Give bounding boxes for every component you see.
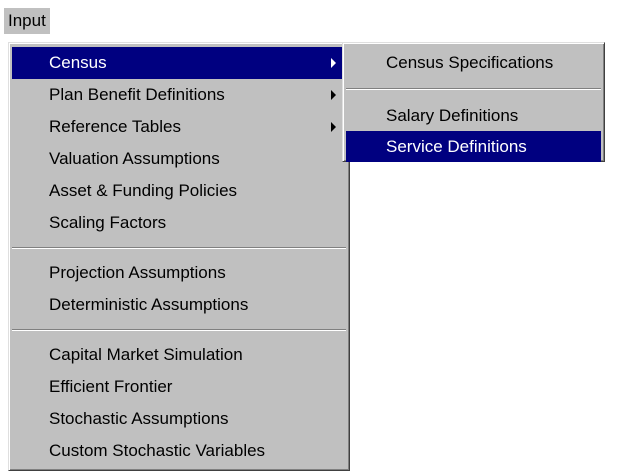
menu-item-valuation-assumptions[interactable]: Valuation Assumptions	[12, 143, 346, 175]
menu-separator	[346, 88, 601, 90]
input-menu: Census Plan Benefit Definitions Referenc…	[8, 42, 350, 471]
menu-item-projection-assumptions[interactable]: Projection Assumptions	[12, 257, 346, 289]
menu-item-reference-tables-label: Reference Tables	[49, 117, 181, 136]
menu-item-custom-stochastic-variables[interactable]: Custom Stochastic Variables	[12, 435, 346, 467]
menu-item-plan-benefit-definitions-label: Plan Benefit Definitions	[49, 85, 225, 104]
menu-item-census[interactable]: Census	[12, 47, 346, 79]
submenu-item-service-definitions[interactable]: Service Definitions	[346, 131, 601, 162]
menu-item-deterministic-assumptions[interactable]: Deterministic Assumptions	[12, 289, 346, 321]
menu-separator	[12, 329, 346, 331]
submenu-arrow-icon	[331, 90, 336, 100]
menubar-input[interactable]: Input	[4, 8, 50, 34]
menu-item-asset-funding-policies[interactable]: Asset & Funding Policies	[12, 175, 346, 207]
menu-item-reference-tables[interactable]: Reference Tables	[12, 111, 346, 143]
submenu-item-salary-definitions[interactable]: Salary Definitions	[346, 100, 601, 131]
menu-item-scaling-factors[interactable]: Scaling Factors	[12, 207, 346, 239]
census-submenu: Census Specifications Salary Definitions…	[342, 42, 605, 162]
menu-item-plan-benefit-definitions[interactable]: Plan Benefit Definitions	[12, 79, 346, 111]
submenu-arrow-icon	[331, 58, 336, 68]
submenu-item-census-specifications[interactable]: Census Specifications	[346, 47, 601, 78]
menu-separator	[12, 247, 346, 249]
menu-item-capital-market-simulation[interactable]: Capital Market Simulation	[12, 339, 346, 371]
menu-item-census-label: Census	[49, 53, 107, 72]
submenu-arrow-icon	[331, 122, 336, 132]
menu-item-efficient-frontier[interactable]: Efficient Frontier	[12, 371, 346, 403]
menu-item-stochastic-assumptions[interactable]: Stochastic Assumptions	[12, 403, 346, 435]
